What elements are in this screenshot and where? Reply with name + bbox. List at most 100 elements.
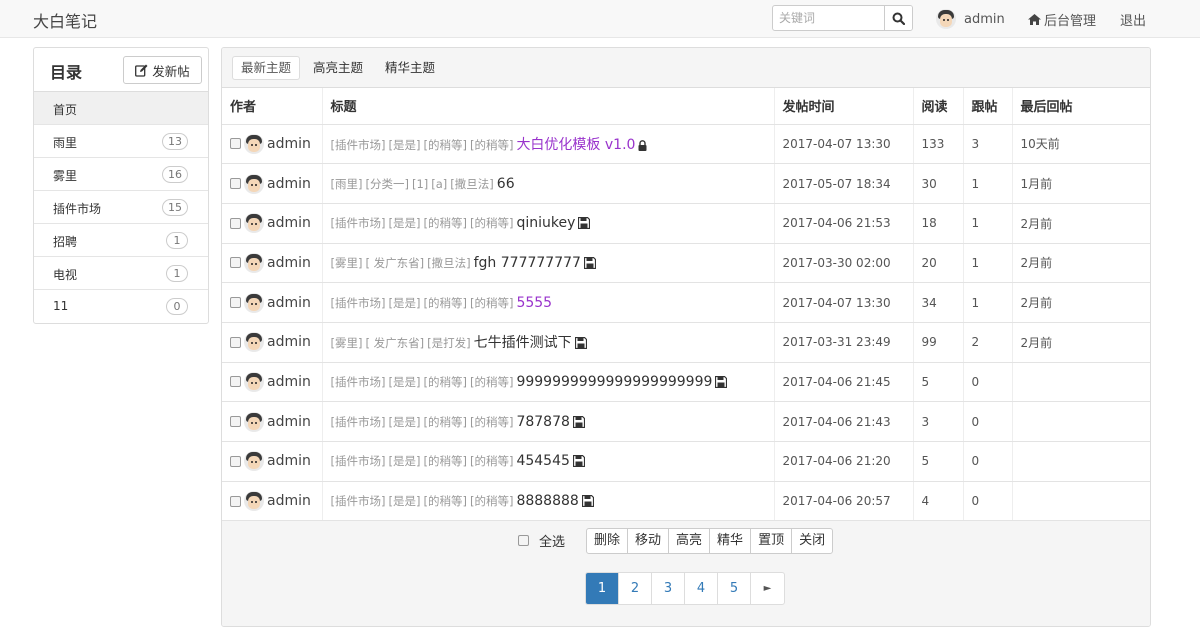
sidebar-item-jobs[interactable]: 招聘 1 [34,224,208,257]
tab-highlighted[interactable]: 高亮主题 [304,56,372,80]
thread-category-tag[interactable]: [的稍等] [470,415,513,429]
sidebar-item-wuli[interactable]: 雾里 16 [34,158,208,191]
search-input[interactable] [773,6,885,30]
thread-category-tag[interactable]: [撒旦法] [427,256,470,270]
thread-category-tag[interactable]: [是打发] [427,336,470,350]
row-checkbox[interactable] [230,376,241,388]
thread-category-tag[interactable]: [的稍等] [423,375,466,389]
logout-link[interactable]: 退出 [1120,10,1146,29]
delete-button[interactable]: 删除 [587,529,629,553]
thread-category-tag[interactable]: [雾里] [331,336,363,350]
thread-title-link[interactable]: 66 [497,176,515,192]
thread-category-tag[interactable]: [是是] [388,216,420,230]
thread-category-tag[interactable]: [的稍等] [470,454,513,468]
new-post-button[interactable]: 发新帖 [123,56,202,84]
row-checkbox[interactable] [230,495,241,507]
pin-button[interactable]: 置顶 [751,529,793,553]
author-name[interactable]: admin [267,334,311,350]
thread-title-link[interactable]: 454545 [516,453,569,469]
thread-title-link[interactable]: qiniukey [516,215,575,231]
thread-category-tag[interactable]: [是是] [388,375,420,389]
thread-title-link[interactable]: 七牛插件测试下 [474,335,572,351]
sidebar-item-tv[interactable]: 电视 1 [34,257,208,290]
thread-category-tag[interactable]: [的稍等] [423,138,466,152]
thread-title-link[interactable]: fgh 777777777 [474,255,581,271]
thread-category-tag[interactable]: [的稍等] [423,415,466,429]
thread-category-tag[interactable]: [的稍等] [423,296,466,310]
thread-category-tag[interactable]: [插件市场] [331,296,386,310]
thread-category-tag[interactable]: [插件市场] [331,415,386,429]
author-name[interactable]: admin [267,255,311,271]
thread-category-tag[interactable]: [的稍等] [470,138,513,152]
row-checkbox[interactable] [230,257,241,269]
thread-category-tag[interactable]: [的稍等] [470,296,513,310]
row-checkbox[interactable] [230,217,241,229]
row-checkbox[interactable] [230,297,241,309]
brand-logo[interactable]: 大白笔记 [33,8,97,32]
page-4[interactable]: 4 [685,573,718,604]
thread-category-tag[interactable]: [是是] [388,454,420,468]
page-2[interactable]: 2 [619,573,652,604]
thread-category-tag[interactable]: [分类一] [365,177,408,191]
thread-category-tag[interactable]: [插件市场] [331,375,386,389]
next-page-button[interactable]: ► [751,573,784,604]
highlight-button[interactable]: 高亮 [669,529,711,553]
thread-category-tag[interactable]: [的稍等] [423,216,466,230]
sidebar-item-plugin-market[interactable]: 插件市场 15 [34,191,208,224]
select-all[interactable]: 全选 [518,531,565,550]
thread-category-tag[interactable]: [的稍等] [423,454,466,468]
thread-category-tag[interactable]: [a] [431,177,447,191]
thread-category-tag[interactable]: [1] [412,177,428,191]
thread-category-tag[interactable]: [是是] [388,296,420,310]
tab-featured[interactable]: 精华主题 [376,56,444,80]
thread-category-tag[interactable]: [是是] [388,138,420,152]
admin-panel-link[interactable]: 后台管理 [1028,10,1096,29]
thread-title-link[interactable]: 大白优化模板 v1.0 [516,137,635,153]
author-name[interactable]: admin [267,295,311,311]
row-checkbox[interactable] [230,416,241,428]
thread-title-link[interactable]: 5555 [516,295,552,311]
thread-category-tag[interactable]: [雨里] [331,177,363,191]
author-name[interactable]: admin [267,493,311,509]
thread-category-tag[interactable]: [雾里] [331,256,363,270]
thread-category-tag[interactable]: [ 发广东省] [365,256,424,270]
row-checkbox[interactable] [230,336,241,348]
author-name[interactable]: admin [267,374,311,390]
row-checkbox[interactable] [230,455,241,467]
author-name[interactable]: admin [267,176,311,192]
sidebar-item-yuli[interactable]: 雨里 13 [34,125,208,158]
page-3[interactable]: 3 [652,573,685,604]
search-button[interactable] [884,6,912,30]
thread-category-tag[interactable]: [是是] [388,494,420,508]
thread-category-tag[interactable]: [撒旦法] [450,177,493,191]
page-1[interactable]: 1 [586,573,619,604]
row-checkbox[interactable] [230,138,241,150]
close-thread-button[interactable]: 关闭 [792,529,832,553]
thread-category-tag[interactable]: [插件市场] [331,216,386,230]
thread-category-tag[interactable]: [的稍等] [470,216,513,230]
thread-category-tag[interactable]: [插件市场] [331,138,386,152]
thread-title-link[interactable]: 787878 [516,414,569,430]
user-menu[interactable]: admin [936,9,1005,29]
tab-latest[interactable]: 最新主题 [232,56,301,80]
thread-category-tag[interactable]: [的稍等] [423,494,466,508]
move-button[interactable]: 移动 [628,529,670,553]
thread-category-tag[interactable]: [的稍等] [470,494,513,508]
thread-category-tag[interactable]: [是是] [388,415,420,429]
thread-category-tag[interactable]: [ 发广东省] [365,336,424,350]
author-name[interactable]: admin [267,215,311,231]
thread-category-tag[interactable]: [插件市场] [331,454,386,468]
author-name[interactable]: admin [267,453,311,469]
page-5[interactable]: 5 [718,573,751,604]
feature-button[interactable]: 精华 [710,529,752,553]
sidebar-item-11[interactable]: 11 0 [34,290,208,323]
thread-category-tag[interactable]: [插件市场] [331,494,386,508]
select-all-checkbox[interactable] [518,535,529,546]
author-name[interactable]: admin [267,136,311,152]
row-checkbox[interactable] [230,178,241,190]
thread-title-link[interactable]: 8888888 [516,493,578,509]
sidebar-item-home[interactable]: 首页 [34,92,208,125]
thread-title-link[interactable]: 9999999999999999999999 [516,374,712,390]
thread-category-tag[interactable]: [的稍等] [470,375,513,389]
author-name[interactable]: admin [267,414,311,430]
